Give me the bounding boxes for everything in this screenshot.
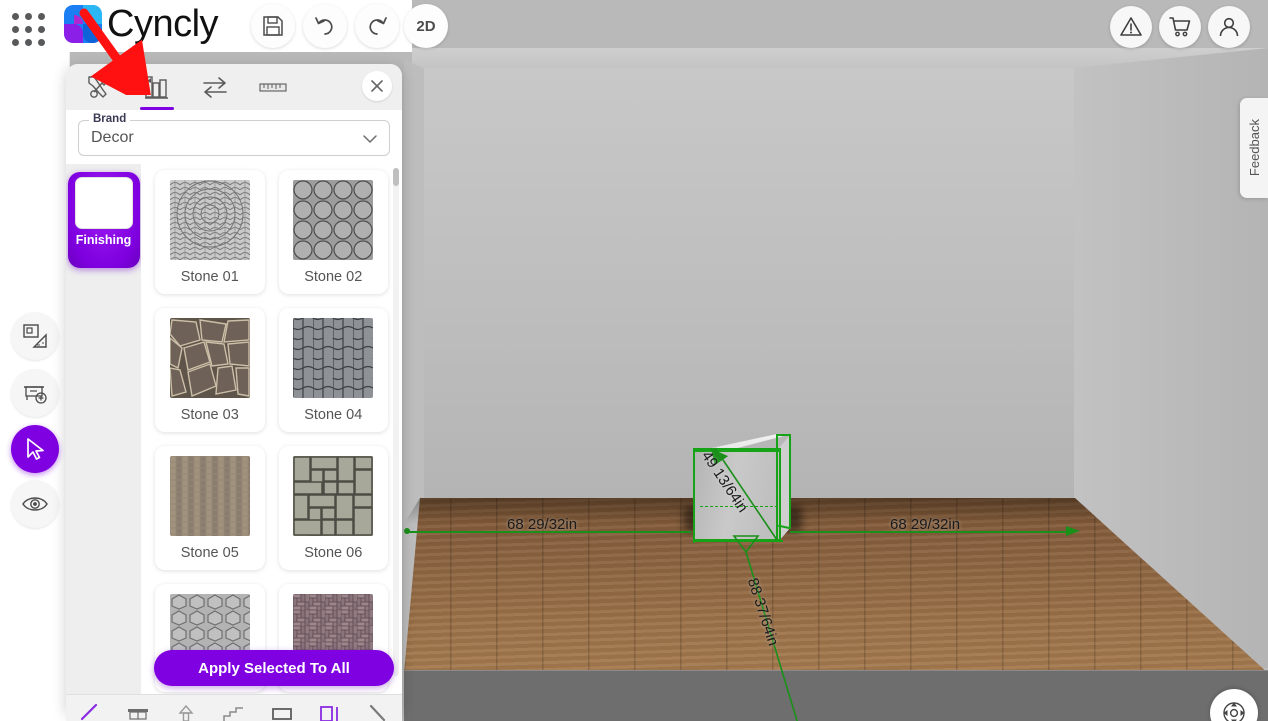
sidebar-item-visibility[interactable] xyxy=(11,480,59,528)
category-column: Finishing xyxy=(66,164,141,712)
tab-materials[interactable] xyxy=(138,68,176,110)
category-label: Finishing xyxy=(75,233,132,247)
undo-button[interactable] xyxy=(303,4,347,48)
opening-tool-button[interactable] xyxy=(313,698,347,721)
swatch-card[interactable]: Stone 03 xyxy=(155,308,265,432)
warning-triangle-icon xyxy=(1120,17,1142,36)
swatch-label: Stone 05 xyxy=(180,545,239,561)
ruler-icon xyxy=(259,83,287,92)
swatch-card[interactable]: Stone 04 xyxy=(278,308,388,432)
dim-right-width-label: 68 29/32in xyxy=(890,516,961,533)
dim-left-width-label: 68 29/32in xyxy=(507,516,578,533)
materials-panel: Brand Decor Finishing Stone 01 Stone 02 … xyxy=(66,64,402,712)
brand-select[interactable]: Brand Decor xyxy=(78,113,390,156)
swatch-label: Stone 06 xyxy=(304,545,363,561)
swatch-label: Stone 04 xyxy=(304,407,363,423)
category-thumbnail xyxy=(74,177,133,229)
dim-right-arrowhead xyxy=(1066,526,1080,536)
wall-tool-button[interactable] xyxy=(73,698,107,721)
sidebar-item-add-cabinet[interactable] xyxy=(11,369,59,417)
window-tool-button[interactable] xyxy=(265,698,299,721)
tab-measure[interactable] xyxy=(254,68,292,106)
user-avatar-icon xyxy=(1219,17,1239,37)
apps-grid-icon[interactable] xyxy=(8,8,48,46)
shopping-cart-icon xyxy=(1169,17,1191,37)
close-icon xyxy=(371,80,383,92)
save-button[interactable] xyxy=(251,4,295,48)
account-button[interactable] xyxy=(1208,6,1250,48)
apply-selected-to-all-button[interactable]: Apply Selected To All xyxy=(154,650,394,686)
swatch-card[interactable]: Stone 01 xyxy=(155,170,265,294)
color-swatch-icon xyxy=(145,76,168,99)
panel-scrollbar[interactable] xyxy=(393,168,399,676)
stairs-tool-icon xyxy=(223,707,243,721)
brand-selector-wrap: Brand Decor xyxy=(66,110,402,164)
swatch-label: Stone 02 xyxy=(304,269,363,285)
swatch-thumbnail xyxy=(287,180,381,260)
pan-navigation-icon xyxy=(1223,702,1245,721)
redo-button[interactable] xyxy=(355,4,399,48)
floorplan-ruler-icon xyxy=(23,324,47,348)
feedback-label: Feedback xyxy=(1246,119,1262,177)
close-panel-button[interactable] xyxy=(362,71,392,101)
cabinet-plus-icon xyxy=(24,386,47,404)
cyncly-logo-icon[interactable] xyxy=(64,5,102,43)
eye-icon xyxy=(22,497,48,511)
chevron-down-icon xyxy=(361,130,379,153)
tab-swap[interactable] xyxy=(196,68,234,106)
left-tool-rail xyxy=(0,52,70,721)
cursor-arrow-icon xyxy=(27,438,44,460)
swatch-card[interactable]: Stone 02 xyxy=(278,170,388,294)
tools-crossed-icon xyxy=(88,76,111,98)
swatch-thumbnail xyxy=(163,318,257,398)
panel-bottom-toolbar xyxy=(66,694,402,721)
category-finishing[interactable]: Finishing xyxy=(67,172,140,268)
sidebar-item-floorplan[interactable] xyxy=(11,312,59,360)
wall-tool-icon xyxy=(80,703,98,721)
swatch-thumbnail xyxy=(287,318,381,398)
counter-tool-button[interactable] xyxy=(121,698,155,721)
brand-legend: Brand xyxy=(89,113,131,125)
swatch-thumbnail xyxy=(163,456,257,536)
angle-tool-icon xyxy=(369,704,386,721)
opening-tool-icon xyxy=(320,706,338,721)
undo-arrow-icon xyxy=(315,17,333,35)
counter-tool-icon xyxy=(128,709,148,720)
feedback-tab[interactable]: Feedback xyxy=(1240,98,1268,198)
swatch-card[interactable]: Stone 05 xyxy=(155,446,265,570)
door-tool-icon xyxy=(178,704,194,721)
sidebar-item-select-tool[interactable] xyxy=(11,425,59,473)
swatch-thumbnail xyxy=(163,180,257,260)
angle-tool-button[interactable] xyxy=(361,698,395,721)
swatch-scroll-area[interactable]: Stone 01 Stone 02 Stone 03 Stone 04 Ston… xyxy=(141,164,402,712)
scrollbar-thumb[interactable] xyxy=(393,168,399,186)
swatch-card[interactable]: Stone 06 xyxy=(278,446,388,570)
window-tool-icon xyxy=(272,708,292,720)
tab-tools[interactable] xyxy=(80,68,118,106)
floppy-disk-icon xyxy=(263,16,283,36)
swap-arrows-icon xyxy=(203,77,227,98)
swatch-grid: Stone 01 Stone 02 Stone 03 Stone 04 Ston… xyxy=(155,170,388,692)
swatch-label: Stone 03 xyxy=(180,407,239,423)
stairs-tool-button[interactable] xyxy=(217,698,251,721)
redo-arrow-icon xyxy=(369,17,387,35)
panel-body: Finishing Stone 01 Stone 02 Stone 03 Sto… xyxy=(66,164,402,712)
brand-value: Decor xyxy=(91,129,134,146)
swatch-label: Stone 01 xyxy=(180,269,239,285)
panel-tab-bar xyxy=(66,64,402,110)
swatch-thumbnail xyxy=(287,456,381,536)
view-2d-toggle[interactable]: 2D xyxy=(404,4,448,48)
viewport-bottom-bar xyxy=(404,670,1268,721)
door-tool-button[interactable] xyxy=(169,698,203,721)
warnings-button[interactable] xyxy=(1110,6,1152,48)
cart-button[interactable] xyxy=(1159,6,1201,48)
